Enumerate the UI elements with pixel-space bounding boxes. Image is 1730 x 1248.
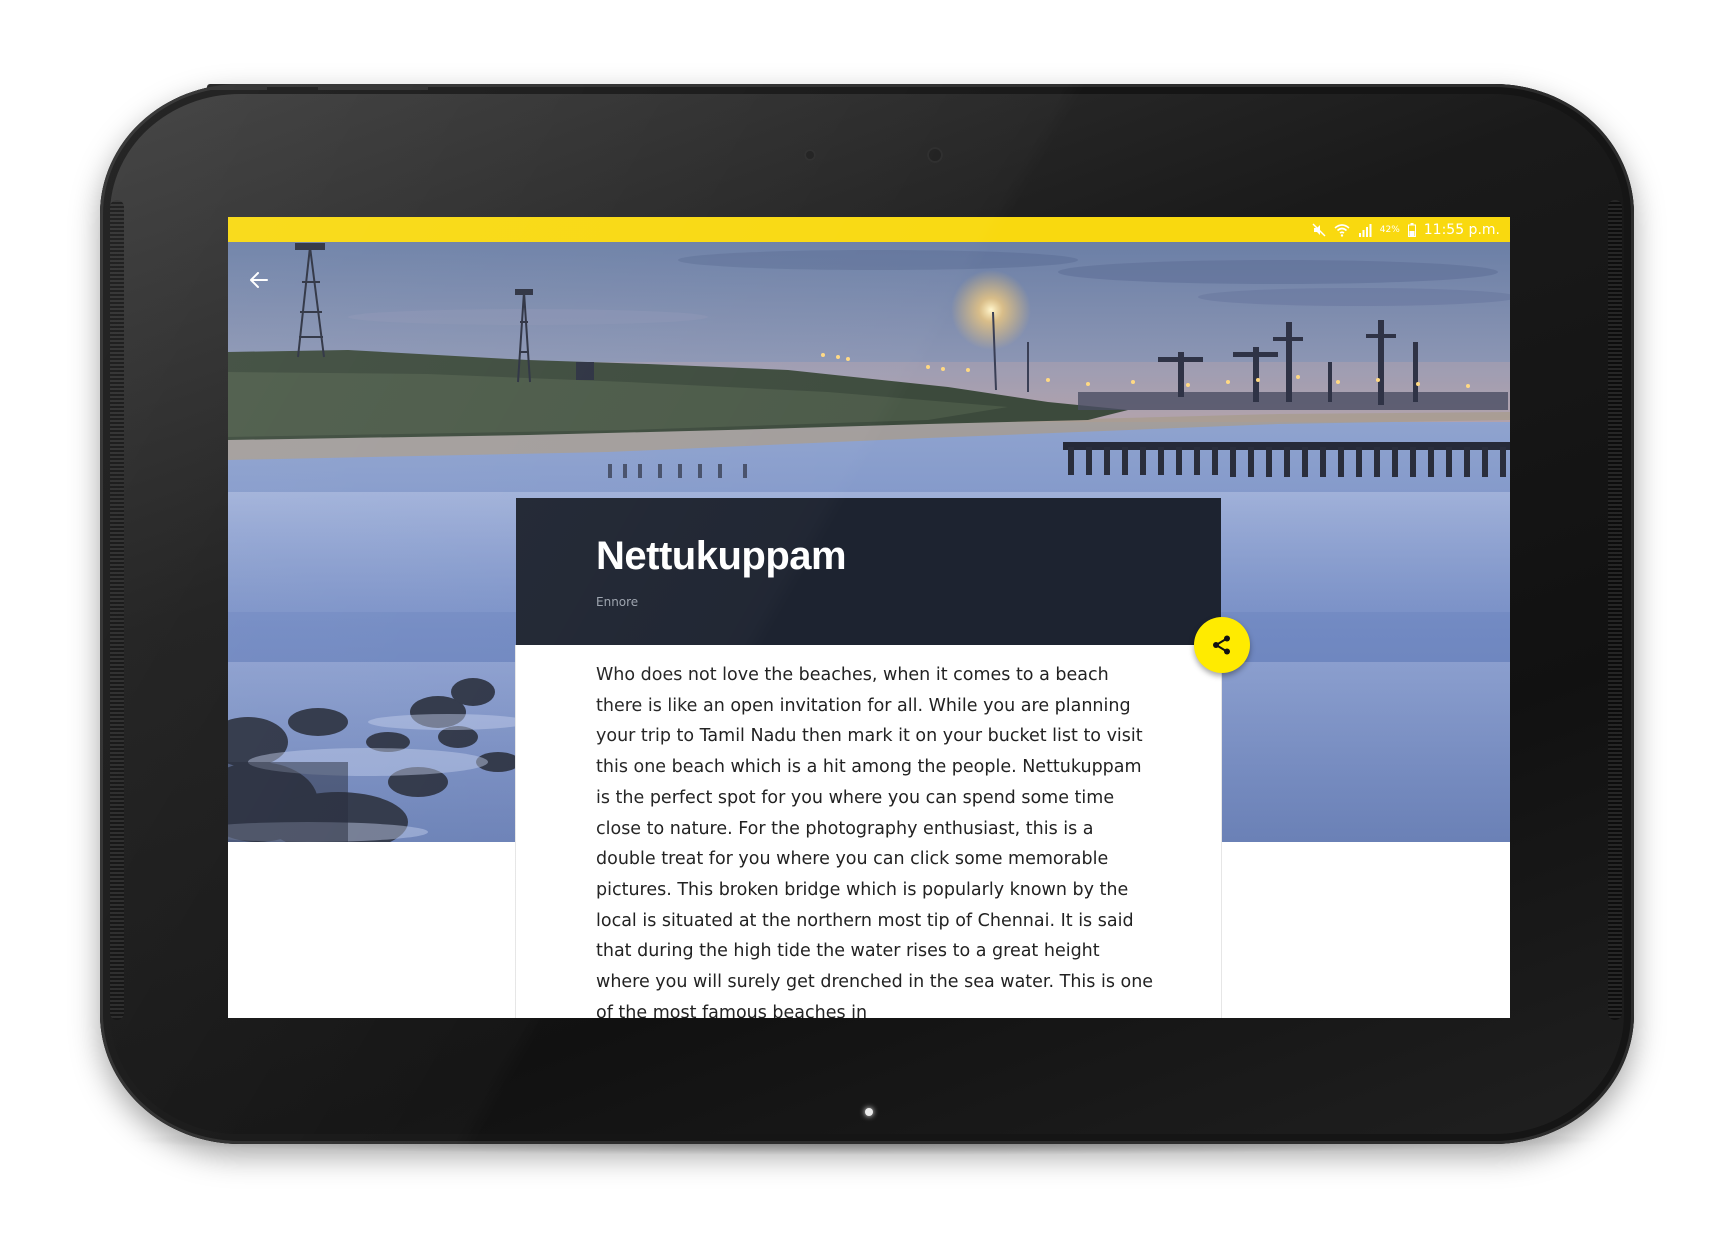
signal-icon [1358, 223, 1372, 237]
place-card-header: Nettukuppam Ennore [516, 498, 1221, 645]
notification-light [865, 1108, 873, 1116]
back-button[interactable] [250, 272, 290, 312]
share-button[interactable] [1194, 617, 1250, 673]
right-speaker-grille [1608, 200, 1622, 1020]
light-sensor [804, 149, 816, 161]
back-arrow-icon [250, 272, 268, 288]
power-button [207, 84, 267, 90]
app-screen: 42% 11:55 p.m. Nettukuppam Ennore Who do… [228, 217, 1510, 1018]
place-description: Who does not love the beaches, when it c… [596, 665, 1154, 1018]
volume-button [318, 84, 428, 90]
share-icon [1213, 635, 1230, 655]
place-location: Ennore [596, 595, 639, 609]
battery-percent: 42% [1379, 225, 1400, 235]
battery-icon [1407, 223, 1416, 237]
place-card-body: Who does not love the beaches, when it c… [516, 645, 1221, 1018]
status-bar: 42% 11:55 p.m. [228, 217, 1510, 242]
left-speaker-grille [110, 200, 124, 1020]
wifi-icon [1334, 223, 1350, 237]
status-icons: 42% 11:55 p.m. [1312, 220, 1500, 240]
mute-icon [1312, 223, 1326, 237]
front-camera [927, 147, 943, 163]
status-time: 11:55 p.m. [1423, 222, 1500, 238]
place-title: Nettukuppam [596, 534, 847, 578]
